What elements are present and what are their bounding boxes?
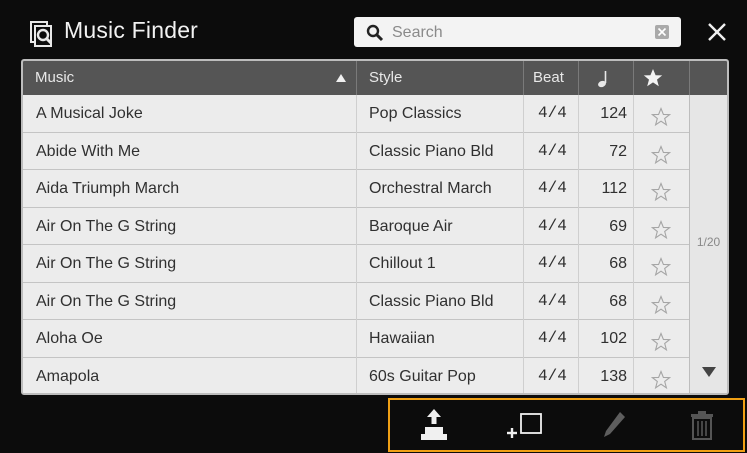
column-divider bbox=[578, 95, 579, 393]
music-list-panel: Music Style Beat A Musical Joke Pop Class… bbox=[21, 59, 729, 395]
tempo-value: 72 bbox=[609, 142, 627, 160]
close-icon[interactable] bbox=[704, 19, 730, 45]
scroll-down-icon[interactable] bbox=[702, 367, 716, 377]
style-name: Hawaiian bbox=[369, 330, 435, 347]
search-box[interactable] bbox=[354, 17, 681, 47]
tempo-value: 124 bbox=[600, 105, 627, 122]
scroll-column[interactable]: 1/20 bbox=[689, 95, 727, 393]
style-name: Classic Piano Bld bbox=[369, 142, 494, 160]
title-bar: Music Finder bbox=[0, 0, 747, 58]
delete-button[interactable] bbox=[662, 402, 742, 448]
column-header-beat-label: Beat bbox=[533, 69, 564, 86]
tempo-value: 68 bbox=[609, 292, 627, 310]
tempo-value: 112 bbox=[601, 180, 627, 197]
new-record-button[interactable] bbox=[484, 402, 564, 448]
header-divider bbox=[578, 61, 579, 95]
quarter-note-icon[interactable] bbox=[596, 70, 612, 88]
music-title: Air On The G String bbox=[36, 292, 177, 310]
column-divider bbox=[356, 95, 357, 393]
header-divider bbox=[689, 61, 690, 95]
table-header: Music Style Beat bbox=[23, 61, 727, 95]
load-button[interactable] bbox=[394, 402, 474, 448]
header-divider bbox=[633, 61, 634, 95]
search-icon bbox=[366, 24, 384, 42]
edit-icon bbox=[604, 412, 625, 437]
style-name: Baroque Air bbox=[369, 217, 453, 235]
new-record-icon bbox=[507, 413, 542, 438]
style-name: 60s Guitar Pop bbox=[369, 367, 476, 385]
column-divider bbox=[633, 95, 634, 393]
favorite-star-icon[interactable] bbox=[650, 292, 672, 314]
sort-ascending-icon[interactable] bbox=[336, 74, 346, 82]
favorite-star-icon[interactable] bbox=[650, 367, 672, 389]
tempo-value: 138 bbox=[600, 367, 627, 385]
favorite-star-icon[interactable] bbox=[650, 329, 672, 352]
music-title: Aloha Oe bbox=[36, 330, 103, 347]
beat-value: 4/4 bbox=[538, 291, 567, 310]
beat-value: 4/4 bbox=[538, 254, 567, 272]
music-title: Amapola bbox=[36, 367, 100, 385]
column-divider bbox=[523, 95, 524, 393]
style-name: Orchestral March bbox=[369, 180, 492, 197]
page-indicator: 1/20 bbox=[696, 235, 721, 249]
favorite-star-icon[interactable] bbox=[650, 104, 672, 127]
music-title: Air On The G String bbox=[36, 217, 177, 235]
music-title: Abide With Me bbox=[36, 142, 141, 160]
favorite-star-icon[interactable] bbox=[650, 254, 672, 277]
edit-button[interactable] bbox=[574, 402, 654, 448]
beat-value: 4/4 bbox=[538, 179, 567, 197]
favorite-star-icon[interactable] bbox=[650, 217, 672, 239]
tempo-value: 102 bbox=[600, 330, 627, 347]
music-finder-icon bbox=[30, 21, 53, 47]
beat-value: 4/4 bbox=[538, 366, 567, 385]
column-header-music-label: Music bbox=[35, 69, 75, 86]
music-title: A Musical Joke bbox=[36, 105, 143, 122]
style-name: Pop Classics bbox=[369, 105, 462, 122]
beat-value: 4/4 bbox=[538, 141, 567, 160]
beat-value: 4/4 bbox=[538, 216, 567, 235]
beat-value: 4/4 bbox=[538, 104, 567, 122]
tempo-value: 69 bbox=[609, 217, 627, 235]
search-input[interactable] bbox=[390, 20, 634, 46]
music-title: Air On The G String bbox=[36, 255, 177, 272]
style-name: Chillout 1 bbox=[369, 255, 436, 272]
beat-value: 4/4 bbox=[538, 329, 567, 347]
favorite-star-icon[interactable] bbox=[650, 179, 672, 202]
load-icon bbox=[421, 409, 447, 440]
tempo-value: 68 bbox=[609, 255, 627, 272]
bottom-toolbar bbox=[388, 398, 745, 452]
star-filled-icon[interactable] bbox=[643, 68, 663, 88]
favorite-star-icon[interactable] bbox=[650, 142, 672, 164]
style-name: Classic Piano Bld bbox=[369, 292, 494, 310]
column-header-beat[interactable]: Beat bbox=[524, 61, 578, 95]
delete-icon bbox=[691, 411, 713, 440]
app-title: Music Finder bbox=[64, 17, 199, 43]
music-title: Aida Triumph March bbox=[36, 180, 180, 197]
column-header-style[interactable]: Style bbox=[357, 61, 523, 95]
column-header-music[interactable]: Music bbox=[23, 61, 356, 95]
clear-search-icon[interactable] bbox=[655, 25, 669, 39]
column-header-style-label: Style bbox=[369, 69, 403, 86]
